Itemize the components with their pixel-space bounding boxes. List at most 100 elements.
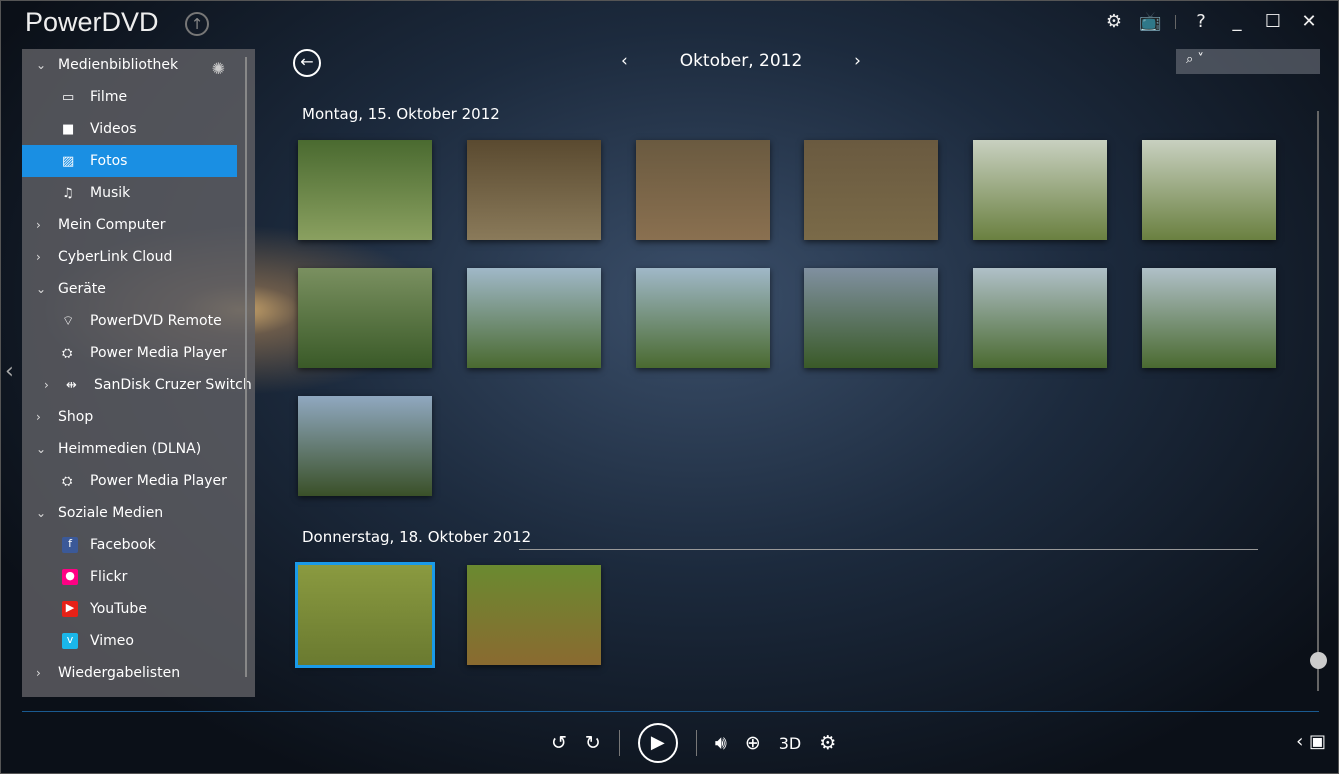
sidebar-item[interactable]: v Vimeo: [22, 625, 255, 657]
sidebar-item-label: Musik: [90, 185, 131, 201]
sidebar-item-label: Geräte: [58, 281, 106, 297]
usb-icon: ⇹: [66, 377, 77, 393]
sidebar-item-label: Fotos: [90, 153, 128, 169]
photo-thumbnail[interactable]: [973, 268, 1107, 368]
sidebar-item[interactable]: › Mein Computer: [22, 209, 255, 241]
maximize-icon[interactable]: ☐: [1262, 11, 1284, 32]
minimize-icon[interactable]: _: [1226, 11, 1248, 32]
sidebar-item[interactable]: › Wiedergabelisten: [22, 657, 255, 689]
chevron-right-icon[interactable]: ›: [36, 410, 58, 424]
photo-icon: ▨: [62, 153, 75, 169]
sidebar-item[interactable]: › ⇹ SanDisk Cruzer Switch: [22, 369, 255, 401]
next-month-button[interactable]: ›: [854, 51, 861, 71]
photo-thumbnail[interactable]: [298, 140, 432, 240]
advanced-settings-icon[interactable]: ⚙: [819, 732, 836, 754]
media-player-icon: ⛭: [62, 473, 73, 489]
sidebar-item[interactable]: ■ Videos: [22, 113, 255, 145]
chevron-down-icon[interactable]: ⌄: [36, 506, 58, 520]
tv-mode-icon[interactable]: 📺: [1139, 11, 1161, 32]
sidebar-item[interactable]: ▭ Filme: [22, 81, 255, 113]
sidebar-item[interactable]: › CyberLink Cloud: [22, 241, 255, 273]
chevron-down-icon[interactable]: ⌄: [36, 58, 58, 72]
facebook-icon: f: [62, 537, 78, 553]
divider: [1175, 14, 1176, 29]
close-icon[interactable]: ✕: [1298, 11, 1320, 32]
sidebar-item-label: Videos: [90, 121, 137, 137]
divider: [519, 549, 1258, 550]
chevron-down-icon[interactable]: ⌄: [36, 442, 58, 456]
photo-thumbnail[interactable]: [467, 140, 601, 240]
photo-thumbnail[interactable]: [804, 268, 938, 368]
photo-thumbnail[interactable]: [636, 268, 770, 368]
zoom-slider-track[interactable]: [1317, 111, 1319, 691]
photo-thumbnail[interactable]: [298, 396, 432, 496]
volume-icon[interactable]: 🔊︎: [715, 732, 727, 754]
sidebar-item-label: Filme: [90, 89, 128, 105]
sidebar-item[interactable]: ● Flickr: [22, 561, 255, 593]
photo-thumbnail[interactable]: [804, 140, 938, 240]
vimeo-icon: v: [62, 633, 78, 649]
zoom-in-icon[interactable]: ⊕: [745, 732, 761, 754]
sidebar-item-label: YouTube: [90, 601, 147, 617]
photo-thumbnail[interactable]: [298, 268, 432, 368]
photo-thumbnail[interactable]: [636, 140, 770, 240]
chevron-down-icon[interactable]: ⌄: [36, 282, 58, 296]
playback-controls: ↺ ↻ ▶ 🔊︎ ⊕ 3D ⚙: [551, 723, 836, 763]
back-button[interactable]: ←: [293, 49, 321, 77]
window-controls: ⚙ 📺 ? _ ☐ ✕: [1103, 11, 1320, 32]
upgrade-icon[interactable]: ↑: [185, 12, 209, 36]
sidebar-item[interactable]: ▶ YouTube: [22, 593, 255, 625]
sidebar-item[interactable]: ⌄ Geräte: [22, 273, 255, 305]
sidebar-item-label: Mein Computer: [58, 217, 166, 233]
sidebar-item-label: Power Media Player: [90, 345, 227, 361]
sidebar-item-label: Medienbibliothek: [58, 57, 179, 73]
collapse-sidebar-icon[interactable]: ‹: [5, 359, 14, 384]
help-icon[interactable]: ?: [1190, 11, 1212, 32]
app-title: PowerDVD: [25, 7, 159, 37]
prev-month-button[interactable]: ‹: [621, 51, 628, 71]
sidebar-item-label: Power Media Player: [90, 473, 227, 489]
rotate-left-icon[interactable]: ↺: [551, 732, 567, 754]
sidebar-item[interactable]: ⛭ Power Media Player: [22, 465, 255, 497]
zoom-slider-handle[interactable]: [1310, 652, 1327, 669]
photo-thumbnail[interactable]: [1142, 268, 1276, 368]
photo-thumbnail[interactable]: [973, 140, 1107, 240]
chevron-right-icon[interactable]: ›: [36, 666, 58, 680]
sidebar-item-label: Wiedergabelisten: [58, 665, 181, 681]
photo-thumbnail[interactable]: [467, 565, 601, 665]
photo-thumbnail[interactable]: [295, 562, 435, 668]
sidebar-item[interactable]: ⌔ PowerDVD Remote: [22, 305, 255, 337]
sidebar-scrollbar[interactable]: [245, 57, 247, 677]
3d-button[interactable]: 3D: [779, 734, 802, 753]
sidebar-item-label: Shop: [58, 409, 94, 425]
sidebar-item[interactable]: f Facebook: [22, 529, 255, 561]
sidebar-item[interactable]: ♫ Musik: [22, 177, 255, 209]
sidebar-item[interactable]: ⌄ Soziale Medien: [22, 497, 255, 529]
month-nav: ‹ Oktober, 2012 ›: [621, 51, 861, 71]
date-heading: Montag, 15. Oktober 2012: [302, 105, 500, 123]
month-label: Oktober, 2012: [679, 51, 803, 71]
divider: [695, 730, 697, 756]
sidebar-item-label: Flickr: [90, 569, 128, 585]
chevron-right-icon[interactable]: ›: [44, 378, 66, 392]
play-button[interactable]: ▶: [637, 723, 678, 763]
sidebar-item-label: Soziale Medien: [58, 505, 164, 521]
flickr-icon: ●: [62, 569, 78, 585]
wifi-icon: ⌔: [62, 314, 75, 329]
media-player-icon: ⛭: [62, 345, 73, 361]
sidebar-item[interactable]: ⌄ Heimmedien (DLNA): [22, 433, 255, 465]
chevron-right-icon[interactable]: ›: [36, 250, 58, 264]
chevron-right-icon[interactable]: ›: [36, 218, 58, 232]
settings-icon[interactable]: ⚙: [1103, 11, 1125, 32]
mini-player-icon[interactable]: ‹ ▣: [1296, 731, 1326, 752]
photo-thumbnail[interactable]: [467, 268, 601, 368]
video-camera-icon: ■: [62, 121, 75, 137]
sidebar-item[interactable]: ⛭ Power Media Player: [22, 337, 255, 369]
search-input[interactable]: ⌕ ˅: [1176, 49, 1320, 74]
film-icon: ▭: [62, 89, 75, 105]
rotate-right-icon[interactable]: ↻: [585, 732, 601, 754]
photo-thumbnail[interactable]: [1142, 140, 1276, 240]
sidebar-item[interactable]: › Shop: [22, 401, 255, 433]
date-heading: Donnerstag, 18. Oktober 2012: [302, 528, 532, 546]
sidebar-item[interactable]: ▨ Fotos: [22, 145, 237, 177]
